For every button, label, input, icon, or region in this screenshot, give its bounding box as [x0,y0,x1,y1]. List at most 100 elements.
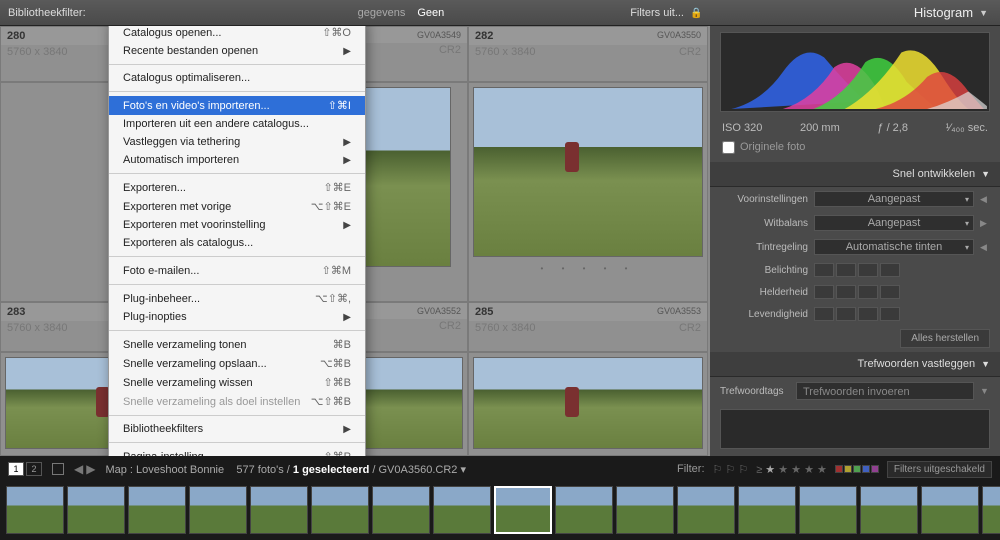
step-button[interactable] [880,263,900,277]
filmstrip-thumbnail[interactable] [799,486,857,534]
submenu-arrow-icon: ▶ [343,312,351,323]
filmstrip-thumbnail[interactable] [494,486,552,534]
tone-button[interactable]: Automatische tinten [814,239,974,255]
preset-select[interactable]: Aangepast [814,191,974,207]
menu-item[interactable]: Pagina-instelling...⇧⌘P [109,447,365,456]
metadata-tab[interactable]: gegevens [358,7,406,19]
filmstrip-thumbnail[interactable] [860,486,918,534]
menu-item[interactable]: Exporteren met voorinstelling▶ [109,216,365,234]
step-button[interactable] [814,285,834,299]
step-button[interactable] [880,307,900,321]
menu-item[interactable]: Snelle verzameling wissen⇧⌘B [109,373,365,392]
menu-item[interactable]: Catalogus openen...⇧⌘O [109,26,365,42]
filmstrip-thumbnail[interactable] [921,486,979,534]
menu-item[interactable]: Vastleggen via tethering▶ [109,133,365,151]
menu-item[interactable]: Plug-inbeheer...⌥⇧⌘, [109,289,365,308]
filter-none[interactable]: Geen [417,7,444,19]
grid-cell[interactable]: 282GV0A3550 5760 x 3840CR2 [468,26,708,82]
step-button[interactable] [858,285,878,299]
menu-item[interactable]: Exporteren met vorige⌥⇧⌘E [109,197,365,216]
menu-item[interactable]: Importeren uit een andere catalogus... [109,115,365,133]
menu-item[interactable]: Catalogus optimaliseren... [109,69,365,87]
step-button[interactable] [814,307,834,321]
color-chip[interactable] [871,465,879,473]
color-chip[interactable] [853,465,861,473]
keyword-textarea[interactable] [720,409,990,449]
filters-preset[interactable]: Filters uit... [630,7,684,19]
menu-item[interactable]: Foto's en video's importeren...⇧⌘I [109,96,365,115]
filmstrip-thumbnail[interactable] [372,486,430,534]
filter-preset-select[interactable]: Filters uitgeschakeld [887,461,992,478]
filmstrip-thumbnail[interactable] [189,486,247,534]
filmstrip-thumbnail[interactable] [250,486,308,534]
grid-cell[interactable]: • • • • • [468,82,708,302]
chevron-down-icon[interactable]: ▼ [980,386,990,396]
menu-item[interactable]: Snelle verzameling tonen⌘B [109,335,365,354]
rating-filter[interactable]: ≥ ★ ★ ★ ★ ★ [756,463,827,476]
filmstrip-thumbnail[interactable] [555,486,613,534]
wb-select[interactable]: Aangepast [814,215,974,231]
reset-all-button[interactable]: Alles herstellen [900,329,990,348]
page-2[interactable]: 2 [26,462,42,476]
step-button[interactable] [814,263,834,277]
vibrance-label: Levendigheid [720,309,808,320]
menu-item-label: Vastleggen via tethering [123,136,240,148]
menu-item[interactable]: Snelle verzameling opslaan...⌥⌘B [109,354,365,373]
grid-cell[interactable]: 285GV0A3553 5760 x 3840CR2 [468,302,708,352]
step-button[interactable] [836,263,856,277]
color-label-filter[interactable] [835,465,879,473]
grid-cell[interactable]: 280 5760 x 3840 [0,26,110,82]
filmstrip-thumbnail[interactable] [738,486,796,534]
keywords-title[interactable]: Trefwoorden vastleggen▼ [710,352,1000,377]
step-button[interactable] [858,307,878,321]
quick-develop-title[interactable]: Snel ontwikkelen▼ [710,162,1000,187]
photo-thumbnail[interactable] [473,357,703,449]
filmstrip-thumbnail[interactable] [433,486,491,534]
filmstrip-thumbnail[interactable] [677,486,735,534]
shutter-value: ¹⁄₄₀₀ sec. [946,122,988,134]
flag-filter-icon[interactable]: ⚐ ⚐ ⚐ [713,463,749,476]
grid-cell[interactable] [0,82,110,302]
lock-icon[interactable] [690,7,700,19]
color-chip[interactable] [844,465,852,473]
grid-cell[interactable]: 283 5760 x 3840 [0,302,110,352]
menu-shortcut: ⇧⌘P [323,450,351,456]
nav-back-icon[interactable]: ◀ [74,462,83,476]
nav-forward-icon[interactable]: ▶ [86,462,95,476]
color-chip[interactable] [835,465,843,473]
step-button[interactable] [880,285,900,299]
menu-shortcut: ⇧⌘E [323,181,351,194]
color-chip[interactable] [862,465,870,473]
filmstrip-thumbnail[interactable] [311,486,369,534]
filmstrip-thumbnail[interactable] [982,486,1000,534]
cell-format: CR2 [679,322,701,334]
filmstrip-thumbnail[interactable] [6,486,64,534]
rating-dots[interactable]: • • • • • [469,261,707,276]
menu-item[interactable]: Exporteren als catalogus... [109,234,365,252]
chevron-left-icon[interactable]: ◀ [980,194,990,205]
menu-item[interactable]: Exporteren...⇧⌘E [109,178,365,197]
keyword-mode-select[interactable]: Trefwoorden invoeren [796,382,974,400]
histogram-panel-title[interactable]: Histogram [914,5,973,20]
filmstrip-thumbnail[interactable] [128,486,186,534]
step-button[interactable] [836,307,856,321]
original-photo-checkbox[interactable] [722,141,735,154]
grid-view-icon[interactable] [52,463,64,475]
histogram[interactable] [720,32,990,112]
page-1[interactable]: 1 [8,462,24,476]
menu-item[interactable]: Foto e-mailen...⇧⌘M [109,261,365,280]
chevron-left-icon[interactable]: ◀ [980,242,990,253]
menu-item[interactable]: Automatisch importeren▶ [109,151,365,169]
step-button[interactable] [836,285,856,299]
filmstrip-thumbnail[interactable] [616,486,674,534]
step-button[interactable] [858,263,878,277]
chevron-down-icon[interactable]: ▼ [979,8,988,18]
grid-cell[interactable] [468,352,708,456]
breadcrumb[interactable]: Map : Loveshoot Bonnie 577 foto's / 1 ge… [105,463,466,476]
photo-thumbnail[interactable] [473,87,703,257]
menu-item[interactable]: Bibliotheekfilters▶ [109,420,365,438]
menu-item[interactable]: Recente bestanden openen▶ [109,42,365,60]
menu-item[interactable]: Plug-inopties▶ [109,308,365,326]
chevron-right-icon[interactable]: ▶ [980,218,990,229]
filmstrip-thumbnail[interactable] [67,486,125,534]
